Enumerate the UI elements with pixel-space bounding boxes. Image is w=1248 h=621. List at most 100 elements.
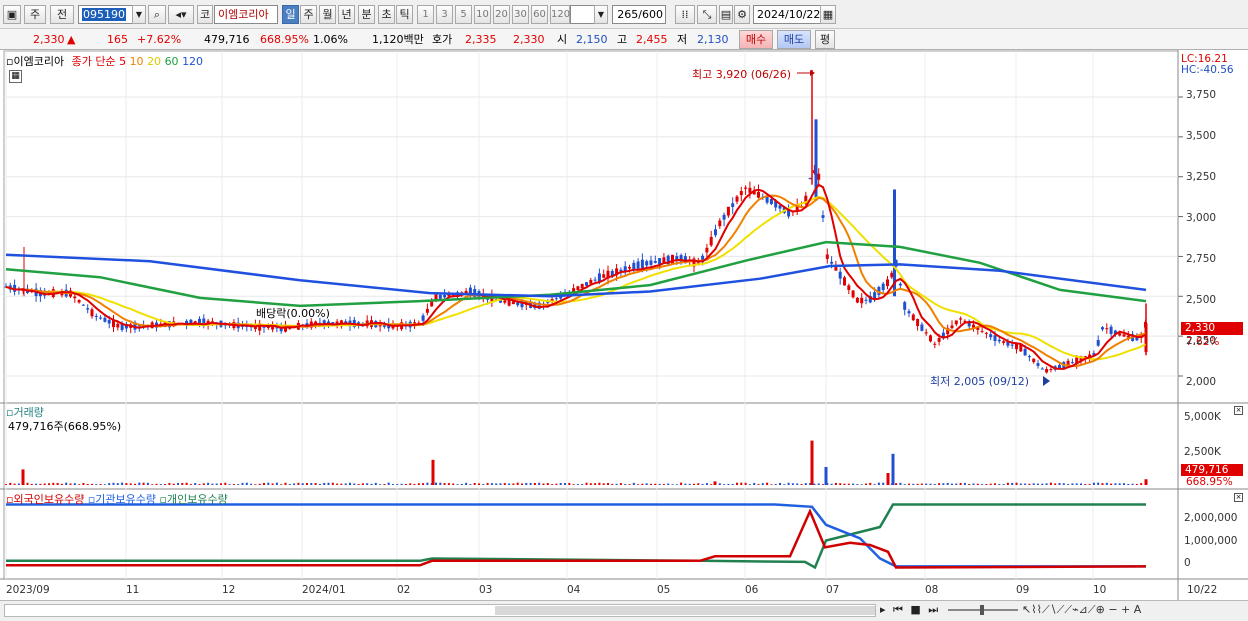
period-tab-4[interactable]: 분 <box>358 5 375 24</box>
interval-button-5[interactable]: 5 <box>455 5 472 24</box>
candle-body <box>989 334 993 338</box>
exchange-label: 코 <box>199 8 211 21</box>
volume-bar <box>413 483 416 485</box>
interval-button-120[interactable]: 120 <box>550 5 570 24</box>
count-field[interactable]: 265/600 <box>612 5 666 24</box>
interval-button-20[interactable]: 20 <box>493 5 510 24</box>
interval-button-3[interactable]: 3 <box>436 5 453 24</box>
interval-button-10[interactable]: 10 <box>474 5 491 24</box>
volume-bar <box>654 483 657 485</box>
playback-controls[interactable]: ▸ ⏮ ■ ⏭ <box>880 603 940 617</box>
period-tab-0[interactable]: 일 <box>282 5 299 24</box>
horizontal-scrollbar[interactable] <box>4 604 876 617</box>
volume-bar <box>95 484 98 485</box>
date-input[interactable]: 2024/10/22 <box>753 5 825 24</box>
candle-body <box>94 315 98 317</box>
candle-body <box>116 323 120 328</box>
buy-button[interactable]: 매수 <box>739 30 773 49</box>
volume-bar <box>284 482 287 485</box>
table-icon[interactable]: ▦ <box>9 70 22 83</box>
candle-body <box>821 215 825 218</box>
period-tab-3[interactable]: 년 <box>338 5 355 24</box>
candle-body <box>864 299 868 301</box>
volume-bar <box>933 484 936 485</box>
prev-button[interactable]: 전 <box>50 5 74 24</box>
candle-body <box>920 324 924 331</box>
dropdown-icon[interactable]: ▼ <box>132 5 146 24</box>
period-tab-1[interactable]: 주 <box>300 5 317 24</box>
individual-legend: ▫개인보유수량 <box>159 493 228 506</box>
layout-icon[interactable]: ▣ <box>3 5 21 24</box>
period-tab-2[interactable]: 월 <box>319 5 336 24</box>
candle-body <box>830 261 834 264</box>
drawing-tools[interactable]: ↖⌇⌇⟋∖⟋⟋⌁⊿⟋⊕ − + A <box>1022 603 1141 617</box>
scrollbar-thumb[interactable] <box>495 606 875 615</box>
gear-icon[interactable]: ⚙ <box>734 5 750 24</box>
interval-button-60[interactable]: 60 <box>531 5 548 24</box>
market-select[interactable]: 주 <box>24 5 46 24</box>
current-price: 2,330 <box>33 33 65 46</box>
interval-button-1[interactable]: 1 <box>417 5 434 24</box>
chart-canvas[interactable] <box>0 50 1248 621</box>
close-icon[interactable]: × <box>1234 493 1243 502</box>
count-total: /600 <box>638 8 663 21</box>
volume-bar <box>873 484 876 485</box>
volume-bar <box>456 484 459 485</box>
volume-bar <box>353 483 356 485</box>
candle-body <box>709 236 713 246</box>
volume-bar <box>628 484 631 485</box>
volume-bar <box>1092 482 1095 485</box>
volume-bar <box>1041 483 1044 485</box>
draw-tool-icon[interactable]: ⤡ <box>697 5 717 24</box>
volume-bar <box>323 482 326 485</box>
volume-bar <box>1062 483 1065 485</box>
volume-bar <box>770 484 773 485</box>
sell-button[interactable]: 매도 <box>777 30 811 49</box>
candle-body <box>873 292 877 299</box>
volume-bar <box>78 484 81 485</box>
chart-area[interactable]: ▫이엠코리아 종가 단순 5 10 20 60 120 ▦ LC:16.21 H… <box>0 50 1248 621</box>
toolbar: ▣ 주 전 095190 ▼ ⌕ ◂▾ 코 이엠코리아 일주월년분초틱 1351… <box>0 0 1248 29</box>
x-axis-label: 06 <box>745 584 759 596</box>
volume-bar <box>843 483 846 485</box>
quote-bar: 2,330 ▲ 165 +7.62% 479,716 668.95% 1.06%… <box>0 29 1248 50</box>
candle-body <box>937 338 941 342</box>
interval-dropdown-icon[interactable]: ▼ <box>594 5 608 24</box>
zoom-slider[interactable] <box>948 605 1018 615</box>
volume-bar <box>43 483 46 485</box>
candle-type-icon[interactable]: ⁞⁞ <box>675 5 695 24</box>
volume-bar <box>1101 483 1104 485</box>
candle-body <box>718 220 722 227</box>
x-axis-label: 02 <box>397 584 411 596</box>
volume-bar <box>482 484 485 485</box>
volume-spike <box>891 453 895 485</box>
candle-body <box>1049 369 1053 371</box>
save-icon[interactable]: ▤ <box>719 5 733 24</box>
period-tab-6[interactable]: 틱 <box>396 5 413 24</box>
holding-ytick: 2,000,000 <box>1184 512 1238 524</box>
volume-bar <box>938 483 941 485</box>
candle-body <box>959 318 963 320</box>
volume-bar <box>619 483 622 485</box>
volume-bar <box>899 482 902 485</box>
search-icon[interactable]: ⌕ <box>148 5 166 24</box>
volume-bar <box>1118 483 1121 485</box>
volume-bar <box>443 483 446 485</box>
volume-bar <box>1058 482 1061 485</box>
volume-bar <box>232 484 235 485</box>
period-tab-5[interactable]: 초 <box>378 5 395 24</box>
volume-bar <box>172 483 175 485</box>
volume-value: 479,716 <box>204 33 250 46</box>
x-axis-label: 04 <box>567 584 581 596</box>
close-icon[interactable]: × <box>1234 406 1243 415</box>
volume-bar <box>955 483 958 485</box>
x-axis-label: 11 <box>126 584 140 596</box>
speaker-icon[interactable]: ◂▾ <box>168 5 194 24</box>
candle-body <box>99 317 103 319</box>
candle-body <box>1002 341 1006 343</box>
calendar-icon[interactable]: ▦ <box>820 5 836 24</box>
eval-button[interactable]: 평 <box>815 30 835 49</box>
volume-bar <box>959 482 962 485</box>
interval-button-30[interactable]: 30 <box>512 5 529 24</box>
stock-name-field: 이엠코리아 <box>214 5 278 24</box>
